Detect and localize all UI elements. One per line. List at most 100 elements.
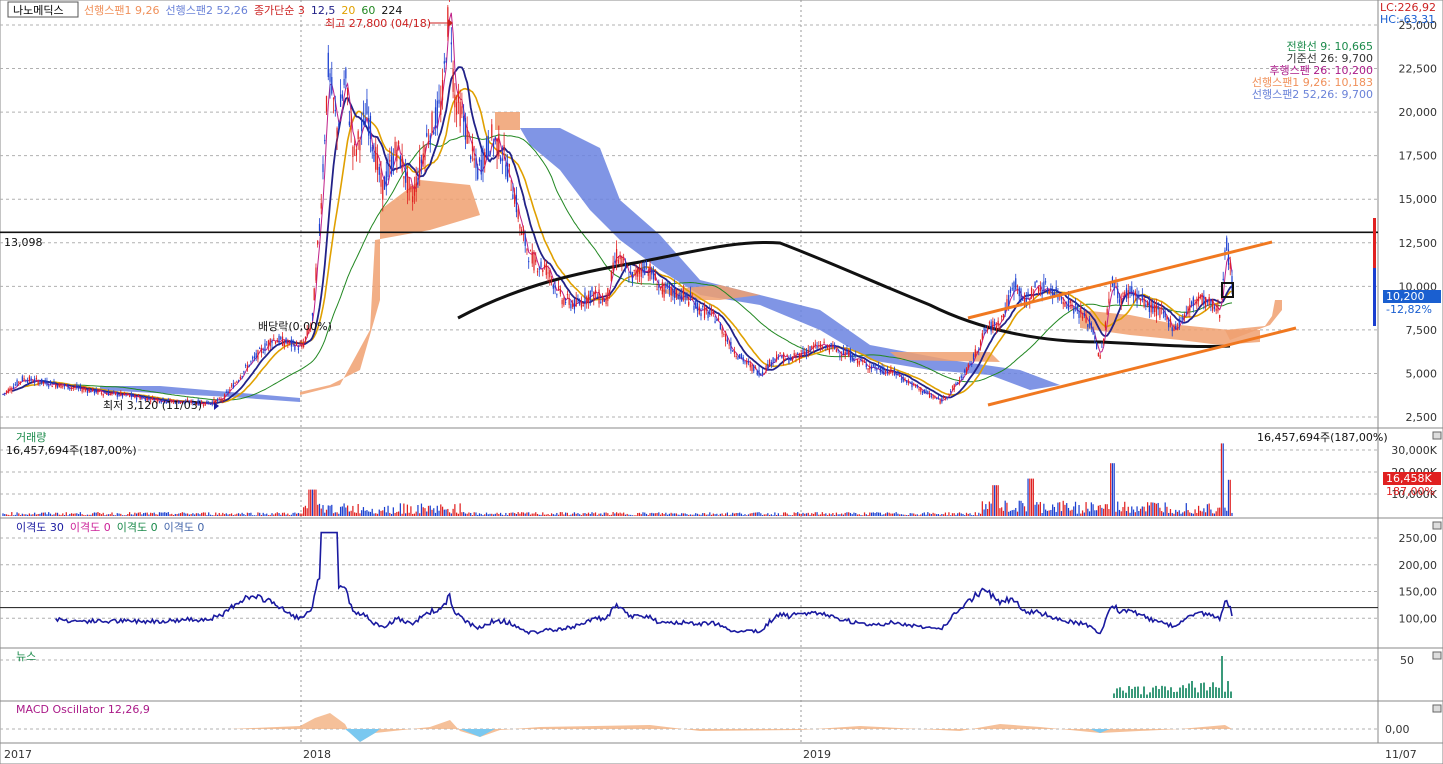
volume-bar: [1060, 511, 1063, 516]
candle-body: [403, 176, 405, 179]
volume-bar: [79, 512, 81, 516]
volume-bar: [53, 514, 55, 516]
disparity-tick-label: 100,00: [1399, 612, 1438, 625]
candle-body: [928, 393, 931, 398]
candle-body: [665, 284, 667, 289]
volume-bar: [399, 503, 401, 516]
candle-body: [48, 385, 50, 387]
candle-body: [1180, 317, 1182, 319]
candle-body: [877, 365, 880, 368]
volume-bar: [107, 514, 110, 516]
volume-bar: [81, 514, 83, 516]
candle-body: [21, 376, 23, 382]
disparity-panel-button[interactable]: [1432, 521, 1442, 530]
volume-panel-button[interactable]: [1432, 431, 1442, 440]
volume-bar: [550, 513, 553, 516]
volume-bar: [183, 512, 185, 516]
candle-body: [823, 341, 825, 344]
price-panel[interactable]: [0, 0, 1379, 429]
volume-bar: [155, 514, 157, 516]
candle-body: [401, 156, 403, 172]
candle-body: [461, 106, 463, 115]
volume-bar: [1013, 509, 1015, 516]
volume-bar: [457, 513, 459, 516]
volume-bar: [1080, 513, 1082, 516]
candle-body: [1213, 306, 1216, 309]
candle-body: [301, 343, 303, 348]
volume-bar: [1050, 509, 1052, 516]
volume-bar: [164, 512, 166, 516]
macd-panel[interactable]: [0, 700, 1379, 744]
candle-body: [652, 272, 655, 280]
volume-bar: [471, 515, 474, 516]
volume-bar: [352, 505, 354, 516]
volume-bar: [132, 514, 134, 516]
volume-bar: [760, 513, 762, 516]
volume-bar: [1120, 511, 1122, 516]
candle-body: [925, 390, 927, 393]
volume-panel[interactable]: [0, 427, 1379, 519]
candle-body: [855, 354, 857, 357]
volume-bar: [1106, 504, 1108, 516]
candle-body: [241, 376, 243, 378]
candle-body: [99, 389, 101, 392]
candle-body: [1064, 302, 1066, 307]
volume-bar: [1030, 478, 1033, 516]
volume-bar: [844, 512, 846, 516]
candle-body: [554, 285, 556, 288]
volume-bar: [128, 512, 131, 516]
volume-bar: [749, 513, 751, 516]
volume-bar: [628, 514, 630, 516]
candle-body: [1085, 314, 1087, 323]
news-bar: [1209, 686, 1211, 698]
volume-bar: [709, 512, 711, 516]
volume-bar: [204, 512, 206, 516]
candle-body: [266, 344, 268, 346]
candle-body: [679, 292, 681, 299]
candle-body: [1080, 307, 1082, 313]
news-bar: [1137, 686, 1139, 698]
volume-bar: [774, 512, 776, 516]
candle-body: [1182, 317, 1184, 320]
candle-body: [735, 355, 737, 358]
candle-body: [865, 363, 867, 368]
candle-body: [596, 296, 598, 298]
candle-body: [953, 384, 955, 390]
macd-title: MACD Oscillator 12,26,9: [16, 703, 150, 716]
news-bar: [1143, 686, 1145, 698]
volume-bar: [1059, 502, 1061, 516]
volume-bar: [640, 514, 642, 516]
disparity-title-part: 이격도 30: [16, 521, 64, 534]
candle-body: [364, 118, 366, 127]
volume-bar: [1173, 513, 1175, 516]
volume-bar: [1124, 501, 1126, 516]
volume-bar: [397, 511, 400, 516]
candle-body: [955, 383, 957, 385]
candle-body: [761, 371, 764, 375]
volume-bar: [1009, 510, 1012, 516]
news-bar: [1146, 694, 1148, 698]
candle-body: [573, 299, 576, 310]
volume-bar: [292, 512, 294, 516]
news-panel-button[interactable]: [1432, 651, 1442, 660]
volume-bar: [25, 514, 27, 516]
candle-body: [805, 349, 808, 355]
volume-bar: [918, 515, 920, 516]
candle-body: [1197, 296, 1200, 302]
volume-bar: [322, 505, 324, 516]
volume-bar: [371, 508, 373, 516]
candle-body: [630, 271, 632, 274]
candle-body: [767, 364, 769, 370]
volume-bar: [835, 512, 838, 516]
candle-body: [376, 153, 379, 171]
volume-bar: [63, 514, 66, 516]
volume-bar: [327, 505, 329, 516]
macd-panel-button[interactable]: [1432, 704, 1442, 713]
volume-bar: [642, 512, 644, 516]
candle-body: [535, 259, 537, 263]
volume-bar: [849, 512, 852, 516]
volume-bar: [35, 514, 38, 516]
candle-body: [930, 395, 932, 397]
candle-body: [252, 357, 254, 359]
volume-bar: [127, 513, 129, 516]
